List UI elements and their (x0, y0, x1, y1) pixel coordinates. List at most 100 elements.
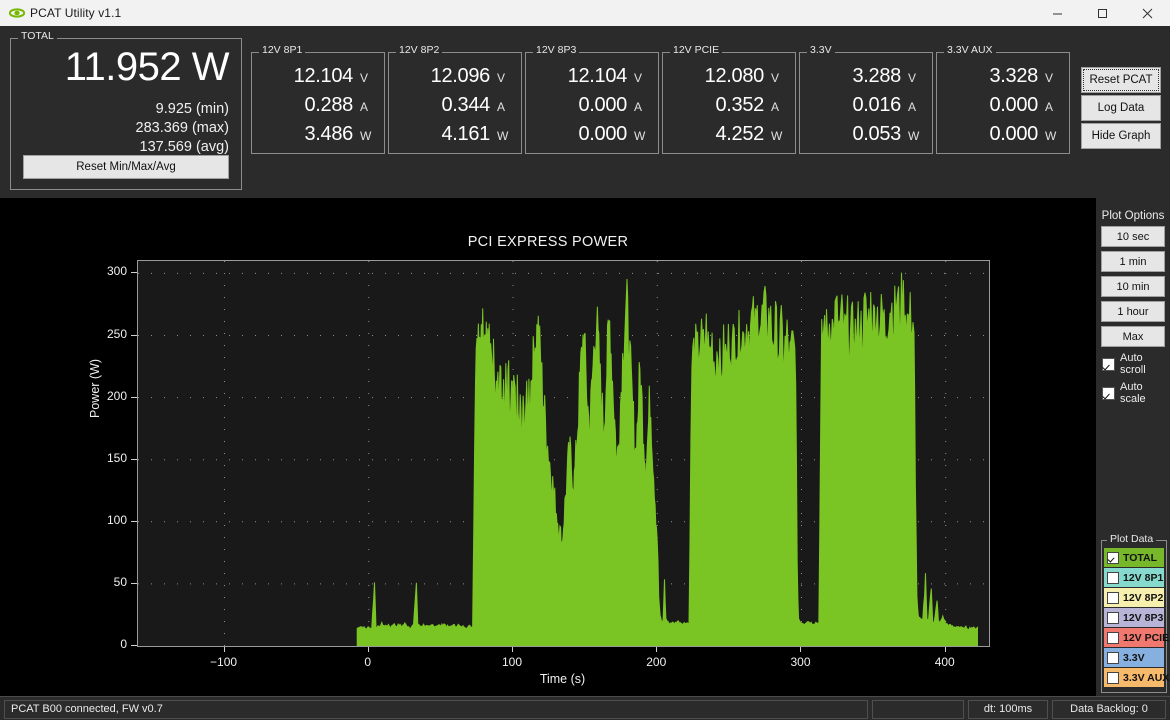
rail-volts-row: 12.104 V (260, 65, 376, 88)
checkbox-icon[interactable] (1107, 611, 1119, 624)
hide-graph-button[interactable]: Hide Graph (1081, 123, 1161, 149)
rail-volts-value: 12.104 (567, 65, 628, 87)
reset-min-max-avg-button[interactable]: Reset Min/Max/Avg (23, 155, 229, 179)
total-group-label: TOTAL (18, 31, 57, 42)
x-axis-label: Time (s) (539, 672, 586, 686)
rail-group-12v-8p3: 12V 8P3 12.104 V 0.000 A 0.000 W (525, 45, 659, 154)
rail-amps-unit: A (360, 100, 369, 114)
rail-label: 3.3V AUX (944, 45, 996, 56)
rail-watts-value: 4.252 (715, 123, 764, 145)
rail-volts-unit: V (908, 71, 917, 85)
chart-plot-area[interactable] (137, 260, 990, 647)
plot-data-item-12v-8p3[interactable]: 12V 8P3 (1104, 608, 1164, 627)
rail-volts-row: 12.080 V (671, 65, 787, 88)
rail-watts-unit: W (497, 129, 509, 143)
window-title: PCAT Utility v1.1 (30, 6, 122, 20)
y-tick-label: 100 (106, 512, 127, 527)
checkbox-icon[interactable] (1107, 591, 1119, 604)
total-max-value: 283.369 (max) (135, 120, 230, 136)
checkbox-icon[interactable] (1107, 631, 1119, 644)
total-power-group: TOTAL 11.952 W 9.925 (min) 283.369 (max)… (10, 31, 242, 190)
plot-data-item-12v-8p2[interactable]: 12V 8P2 (1104, 588, 1164, 607)
plot-data-item-3-3v[interactable]: 3.3V (1104, 648, 1164, 667)
rail-volts-unit: V (497, 71, 506, 85)
rail-label: 12V 8P1 (259, 45, 306, 56)
plot-data-item-12v-pcie[interactable]: 12V PCIE (1104, 628, 1169, 647)
plot-data-item-12v-8p1[interactable]: 12V 8P1 (1104, 568, 1164, 587)
plot-sidebar: Plot Options 10 sec 1 min 10 min 1 hour Max … (1096, 198, 1170, 696)
rail-volts-unit: V (634, 71, 643, 85)
rail-amps-value: 0.000 (989, 94, 1038, 116)
rail-amps-row: 0.352 A (671, 94, 787, 117)
rail-volts-unit: V (360, 71, 369, 85)
plot-data-group: Plot Data TOTAL 12V 8P1 12V 8P2 12V 8P3 12V … (1101, 534, 1169, 693)
pcat-utility-window: PCAT Utility v1.1 TOTAL 11.952 W 9.925 (… (0, 0, 1170, 720)
x-tick-label: −100 (210, 655, 238, 669)
close-icon[interactable] (1125, 0, 1170, 26)
status-bar: PCAT B00 connected, FW v0.7 dt: 100ms Da… (0, 696, 1170, 720)
auto-scale-checkbox-row[interactable]: Auto scale (1102, 381, 1170, 405)
rail-watts-unit: W (908, 129, 920, 143)
plot-range-1-hour-button[interactable]: 1 hour (1101, 301, 1165, 322)
checkbox-icon[interactable] (1107, 571, 1119, 584)
checkbox-label: Auto scroll (1120, 352, 1146, 376)
plot-panel: PCI EXPRESS POWER Power (W) Time (s) 0 50… (0, 198, 1096, 696)
plot-range-10-sec-button[interactable]: 10 sec (1101, 226, 1165, 247)
rail-amps-unit: A (497, 100, 506, 114)
plot-data-item-3-3v-aux[interactable]: 3.3V AUX (1104, 668, 1169, 687)
maximize-icon[interactable] (1080, 0, 1125, 26)
log-data-button[interactable]: Log Data (1081, 95, 1161, 121)
status-connection: PCAT B00 connected, FW v0.7 (4, 699, 868, 719)
rail-watts-row: 0.000 W (534, 123, 650, 146)
rail-volts-value: 12.096 (430, 65, 491, 87)
plot-range-1-min-button[interactable]: 1 min (1101, 251, 1165, 272)
rail-group-3-3v-aux: 3.3V AUX 3.328 V 0.000 A 0.000 W (936, 45, 1070, 154)
rail-amps-row: 0.344 A (397, 94, 513, 117)
checkbox-icon[interactable] (1102, 357, 1115, 371)
x-tick-label: 0 (364, 655, 372, 669)
rail-amps-value: 0.344 (441, 94, 490, 116)
status-backlog: Data Backlog: 0 (1052, 699, 1166, 719)
checkbox-icon[interactable] (1107, 551, 1119, 564)
meters-panel: TOTAL 11.952 W 9.925 (min) 283.369 (max)… (0, 26, 1170, 198)
plot-data-label: 12V 8P1 (1123, 571, 1164, 584)
rail-amps-unit: A (1045, 100, 1054, 114)
plot-data-item-total[interactable]: TOTAL (1104, 548, 1164, 567)
rail-volts-row: 12.096 V (397, 65, 513, 88)
plot-data-title: Plot Data (1107, 534, 1157, 545)
rail-watts-value: 0.000 (989, 123, 1038, 145)
rail-group-12v-8p1: 12V 8P1 12.104 V 0.288 A 3.486 W (251, 45, 385, 154)
power-trace-svg (138, 261, 989, 647)
rail-label: 3.3V (807, 45, 835, 56)
rail-label: 12V PCIE (670, 45, 723, 56)
plot-range-max-button[interactable]: Max (1101, 326, 1165, 347)
reset-pcat-button[interactable]: Reset PCAT (1081, 67, 1161, 93)
rail-volts-value: 12.104 (293, 65, 354, 87)
plot-range-buttons: 10 sec 1 min 10 min 1 hour Max (1096, 226, 1170, 347)
rail-volts-row: 3.288 V (808, 65, 924, 88)
checkbox-icon[interactable] (1107, 671, 1119, 684)
rail-amps-unit: A (908, 100, 917, 114)
total-min-value: 9.925 (min) (155, 101, 229, 117)
chart-title: PCI EXPRESS POWER (467, 234, 629, 250)
rail-amps-value: 0.288 (304, 94, 353, 116)
rail-amps-value: 0.000 (578, 94, 627, 116)
plot-data-label: 12V 8P2 (1123, 591, 1164, 604)
rail-amps-row: 0.016 A (808, 94, 924, 117)
checkbox-label: Auto scale (1120, 381, 1146, 405)
plot-range-10-min-button[interactable]: 10 min (1101, 276, 1165, 297)
checkbox-icon[interactable] (1102, 386, 1115, 400)
rail-group-12v-8p2: 12V 8P2 12.096 V 0.344 A 4.161 W (388, 45, 522, 154)
plot-data-label: TOTAL (1123, 551, 1158, 564)
auto-scroll-checkbox-row[interactable]: Auto scroll (1102, 352, 1170, 376)
y-tick-label: 150 (106, 450, 127, 465)
x-tick-label: 300 (790, 655, 811, 669)
minimize-icon[interactable] (1035, 0, 1080, 26)
rail-watts-unit: W (360, 129, 372, 143)
x-tick-label: 400 (934, 655, 955, 669)
title-bar: PCAT Utility v1.1 (0, 0, 1170, 27)
rail-watts-row: 0.053 W (808, 123, 924, 146)
rail-group-3-3v: 3.3V 3.288 V 0.016 A 0.053 W (799, 45, 933, 154)
x-tick-label: 100 (502, 655, 523, 669)
checkbox-icon[interactable] (1107, 651, 1119, 664)
